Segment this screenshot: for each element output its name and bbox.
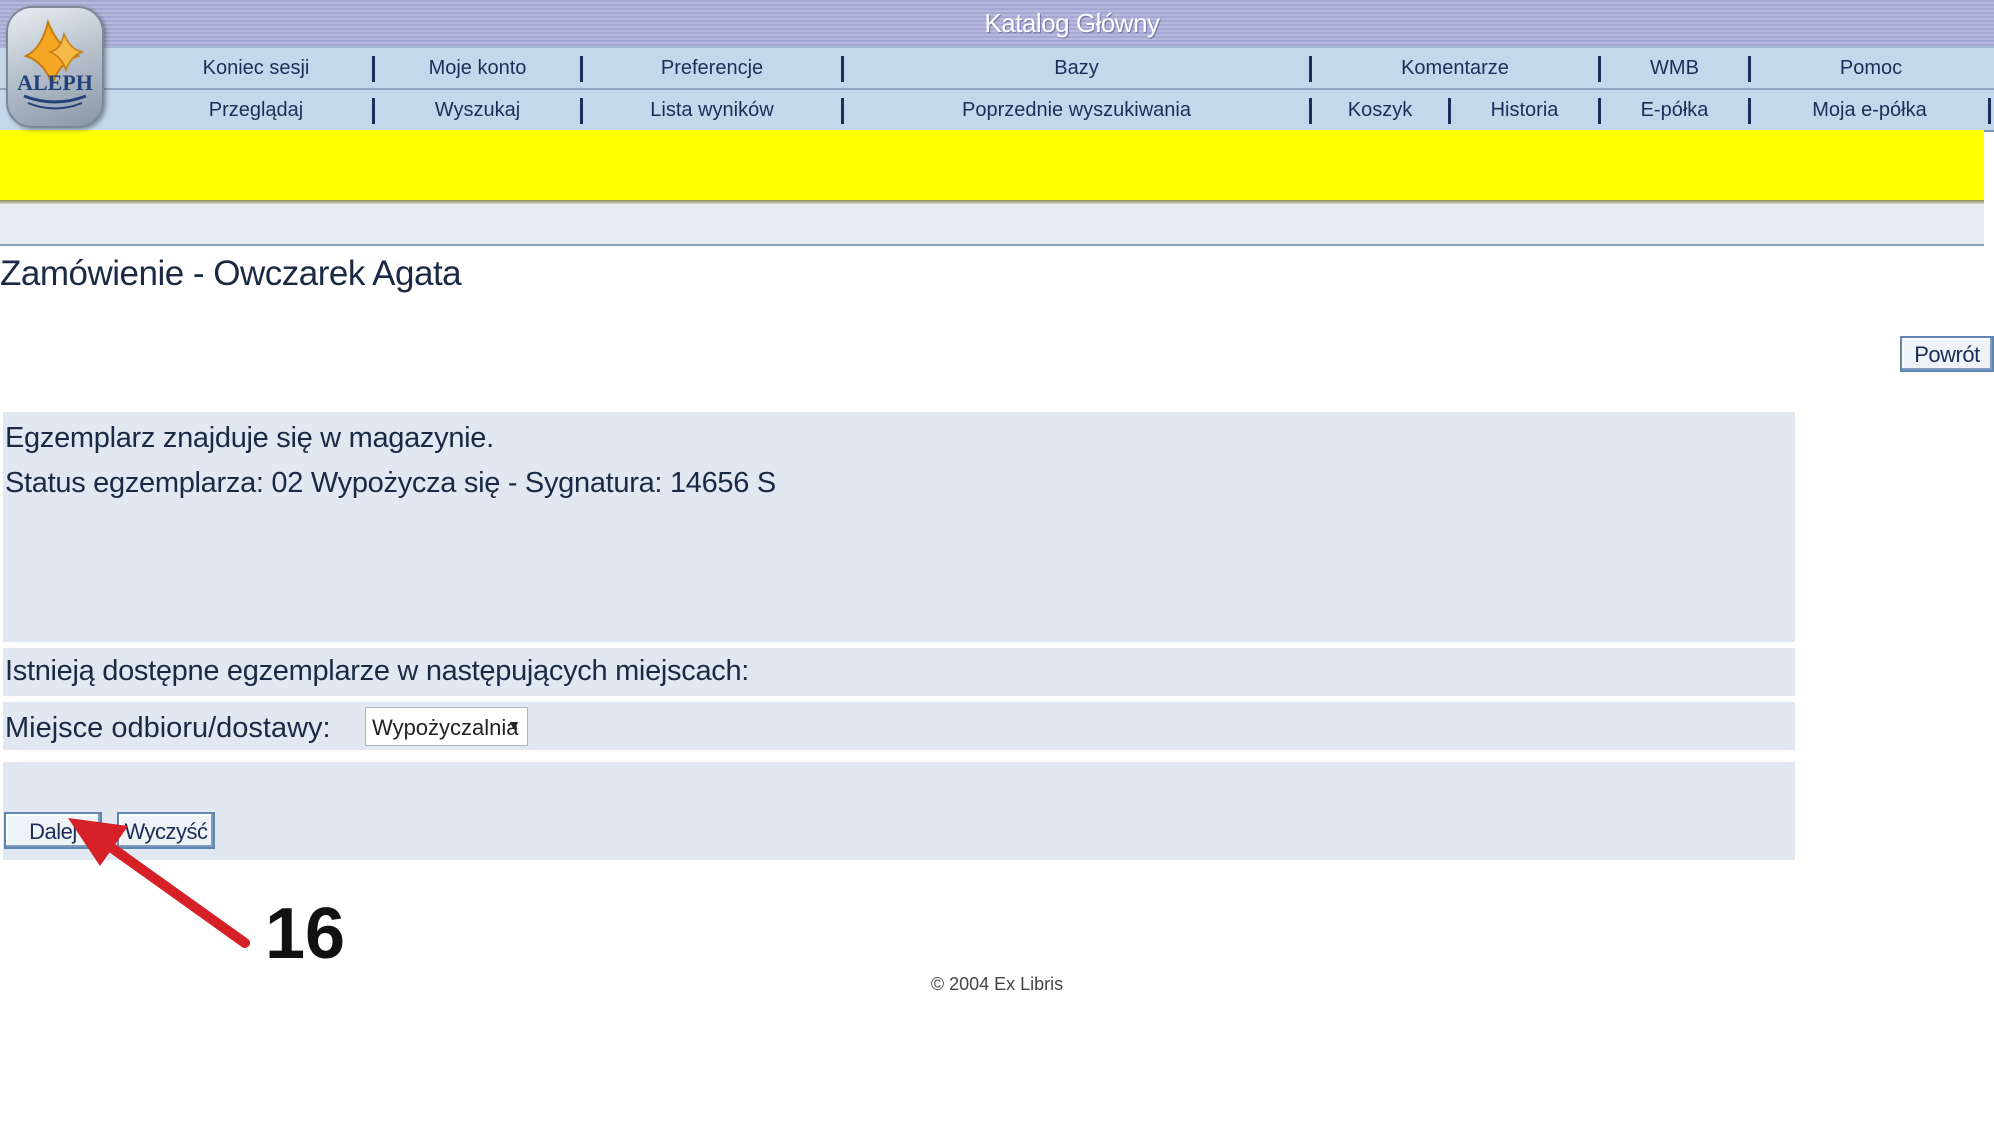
availability-text: Istnieją dostępne egzemplarze w następuj… <box>5 655 750 687</box>
nav-separator <box>1988 98 1991 124</box>
title-bar: Katalog Główny <box>0 0 1994 47</box>
nav-help[interactable]: Pomoc <box>1751 48 1991 89</box>
pickup-selected-value: Wypożyczalnia <box>372 715 519 740</box>
main-nav-row-2: Przeglądaj Wyszukaj Lista wyników Poprze… <box>0 88 1994 132</box>
nav-search[interactable]: Wyszukaj <box>375 90 580 131</box>
nav-eshelf[interactable]: E-półka <box>1601 90 1748 131</box>
step-number-label: 16 <box>265 894 346 974</box>
back-button[interactable]: Powrót <box>1900 336 1994 372</box>
copyright-text: © 2004 Ex Libris <box>930 974 1064 994</box>
nav-wmb[interactable]: WMB <box>1601 48 1748 89</box>
sub-header-band <box>0 204 1984 246</box>
nav-basket[interactable]: Koszyk <box>1312 90 1448 131</box>
nav-databases[interactable]: Bazy <box>844 48 1309 89</box>
next-button[interactable]: Dalej <box>4 812 102 849</box>
catalog-title: Katalog Główny <box>984 8 1160 38</box>
actions-panel <box>3 762 1795 860</box>
nav-my-account[interactable]: Moje konto <box>375 48 580 89</box>
nav-history[interactable]: Historia <box>1451 90 1598 131</box>
nav-browse[interactable]: Przeglądaj <box>140 90 372 131</box>
nav-previous-searches[interactable]: Poprzednie wyszukiwania <box>844 90 1309 131</box>
pickup-location-select[interactable]: Wypożyczalnia ▼ <box>365 707 528 746</box>
pickup-label-cell: Miejsce odbioru/dostawy: <box>3 702 361 760</box>
chevron-down-icon: ▼ <box>507 717 521 733</box>
logo-wordmark: ALEPH <box>17 70 93 95</box>
item-status-text: Status egzemplarza: 02 Wypożycza się - S… <box>5 467 776 499</box>
nav-comments[interactable]: Komentarze <box>1312 48 1598 89</box>
page-title: Zamówienie - Owczarek Agata <box>0 254 462 293</box>
nav-my-eshelf[interactable]: Moja e-półka <box>1751 90 1988 131</box>
aleph-logo[interactable]: ALEPH <box>6 6 104 128</box>
nav-logout[interactable]: Koniec sesji <box>140 48 372 89</box>
nav-result-list[interactable]: Lista wyników <box>583 90 841 131</box>
availability-panel: Istnieją dostępne egzemplarze w następuj… <box>3 648 1795 696</box>
item-info-panel: Egzemplarz znajduje się w magazynie. Sta… <box>3 412 1795 642</box>
main-nav-row-1: Koniec sesji Moje konto Preferencje Bazy… <box>0 47 1994 89</box>
pickup-label: Miejsce odbioru/dostawy: <box>5 712 331 744</box>
nav-preferences[interactable]: Preferencje <box>583 48 841 89</box>
item-location-text: Egzemplarz znajduje się w magazynie. <box>5 422 494 454</box>
clear-button[interactable]: Wyczyść <box>117 812 215 849</box>
message-band <box>0 130 1984 200</box>
